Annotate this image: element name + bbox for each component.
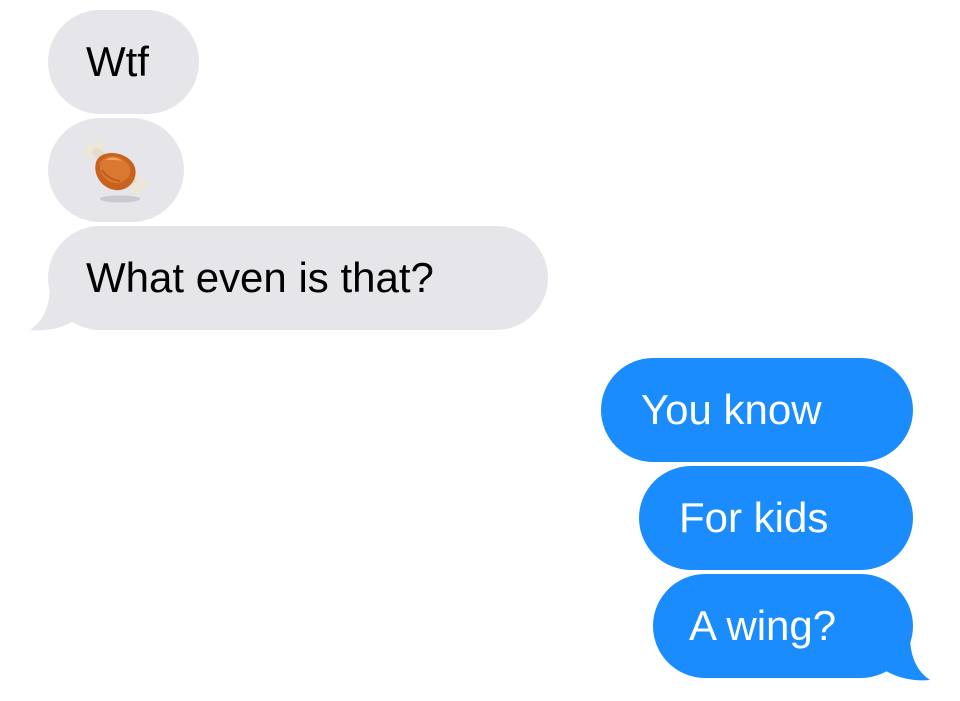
outgoing-message-bubble[interactable]: You know: [601, 358, 913, 462]
message-text: You know: [641, 386, 822, 433]
message-thread: Wtf What even is that? You know For kids…: [0, 0, 960, 701]
incoming-message-bubble[interactable]: Wtf: [48, 10, 199, 114]
message-text: What even is that?: [86, 254, 434, 301]
incoming-message-bubble[interactable]: What even is that?: [48, 226, 548, 330]
message-text: Wtf: [86, 38, 149, 85]
outgoing-message-bubble[interactable]: A wing?: [653, 574, 913, 678]
incoming-emoji-bubble[interactable]: [48, 118, 184, 222]
outgoing-message-bubble[interactable]: For kids: [639, 466, 913, 570]
meat-on-bone-emoji-icon: [83, 140, 148, 203]
message-text: A wing?: [689, 602, 837, 649]
message-text: For kids: [679, 494, 829, 541]
